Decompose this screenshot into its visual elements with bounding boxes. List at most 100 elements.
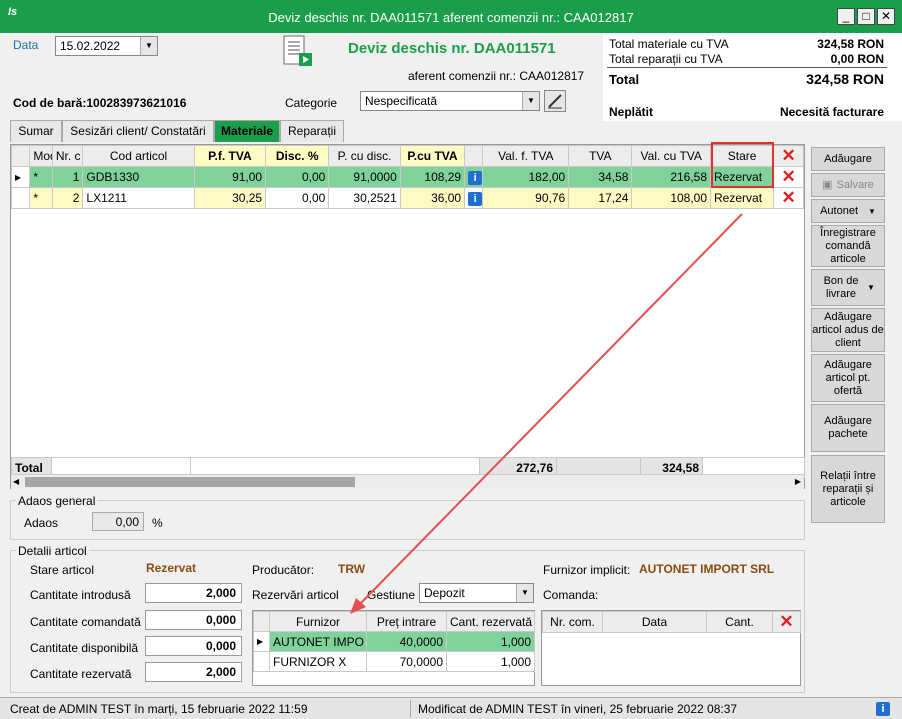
cell-pret[interactable]: 40,0000 — [366, 631, 447, 652]
supplier-value: AUTONET IMPORT SRL — [639, 562, 775, 576]
cell-val[interactable]: 90,76 — [482, 187, 570, 209]
col-header-cant[interactable]: Cant. rezervată — [446, 611, 535, 632]
autonet-button[interactable]: Autonet ▼ — [811, 199, 885, 223]
gestiune-select[interactable]: Depozit ▼ — [419, 583, 534, 603]
payment-status: Neplătit — [609, 105, 654, 119]
cell-nr[interactable]: 2 — [51, 187, 84, 209]
info-button[interactable]: i — [464, 187, 484, 209]
cell-pdisc[interactable]: 91,0000 — [328, 166, 401, 188]
save-button[interactable]: ▣ Salvare — [811, 173, 885, 197]
cell-valtva[interactable]: 216,58 — [631, 166, 712, 188]
delivery-note-button[interactable]: Bon de livrare ▼ — [811, 269, 885, 306]
cell-val[interactable]: 182,00 — [482, 166, 570, 188]
col-header-p-disc[interactable]: P. cu disc. — [328, 145, 401, 167]
col-header-pf-tva[interactable]: P.f. TVA — [193, 145, 267, 167]
col-header-val[interactable]: Val. f. TVA — [482, 145, 570, 167]
chevron-down-icon[interactable]: ▼ — [140, 37, 157, 55]
cell-pf[interactable]: 30,25 — [193, 187, 267, 209]
scroll-right-icon[interactable]: ▶ — [795, 477, 801, 486]
table-row[interactable]: * 2 LX1211 30,25 0,00 30,2521 36,00 i 90… — [10, 187, 804, 209]
close-button[interactable]: ✕ — [877, 8, 895, 25]
cell-nr[interactable]: 1 — [51, 166, 84, 188]
chevron-down-icon[interactable]: ▼ — [516, 584, 533, 602]
table-row[interactable]: FURNIZOR X 70,0000 1,000 — [253, 651, 535, 672]
tab-sumar[interactable]: Sumar — [10, 120, 62, 142]
horizontal-scrollbar[interactable]: ◀ ▶ — [11, 474, 804, 489]
add-offer-item-button[interactable]: Adăugare articol pt. ofertă — [811, 354, 885, 402]
tab-sesizari[interactable]: Sesizări client/ Constatări — [62, 120, 214, 142]
delete-row-button[interactable]: ✕ — [773, 187, 804, 209]
minimize-button[interactable]: _ — [837, 8, 855, 25]
col-header-furnizor[interactable]: Furnizor — [269, 611, 367, 632]
save-button-label: Salvare — [836, 178, 874, 191]
gestiune-label: Gestiune — [367, 588, 416, 602]
cell-valtva[interactable]: 108,00 — [631, 187, 712, 209]
cell-disc[interactable]: 0,00 — [265, 187, 330, 209]
col-header-nr-com[interactable]: Nr. com. — [542, 611, 603, 633]
col-header-mod[interactable]: Mod. — [29, 145, 53, 167]
cell-ptva[interactable]: 36,00 — [399, 187, 466, 209]
cell-cod[interactable]: GDB1330 — [82, 166, 195, 188]
add-packages-button[interactable]: Adăugare pachete — [811, 404, 885, 452]
reservations-grid[interactable]: Furnizor Preț intrare Cant. rezervată ▶ … — [252, 610, 535, 686]
col-header-tva[interactable]: TVA — [568, 145, 633, 167]
cell-tva[interactable]: 34,58 — [568, 166, 633, 188]
cell-mod[interactable]: * — [29, 166, 53, 188]
cell-mod[interactable]: * — [29, 187, 53, 209]
q-intro-value: 2,000 — [145, 583, 242, 603]
table-row[interactable]: ▶ * 1 GDB1330 91,00 0,00 91,0000 108,29 … — [10, 166, 804, 188]
col-header-cod[interactable]: Cod articol — [82, 145, 195, 167]
cell-disc[interactable]: 0,00 — [265, 166, 330, 188]
delete-row-button[interactable]: ✕ — [773, 166, 804, 188]
maximize-button[interactable]: □ — [857, 8, 875, 25]
cell-pf[interactable]: 91,00 — [193, 166, 267, 188]
col-header-data[interactable]: Data — [602, 611, 707, 633]
adaos-label: Adaos — [24, 516, 59, 530]
date-picker[interactable]: 15.02.2022 ▼ — [55, 36, 158, 56]
info-icon[interactable]: i — [876, 702, 890, 716]
adaos-input[interactable]: 0,00 — [92, 512, 144, 531]
col-header-val-tva[interactable]: Val. cu TVA — [631, 145, 712, 167]
edit-category-button[interactable] — [544, 90, 566, 112]
chevron-down-icon[interactable]: ▼ — [522, 92, 539, 110]
info-button[interactable]: i — [464, 166, 484, 188]
cell-pret[interactable]: 70,0000 — [366, 651, 447, 672]
cell-pdisc[interactable]: 30,2521 — [328, 187, 401, 209]
orders-grid[interactable]: Nr. com. Data Cant. ✕ — [541, 610, 801, 686]
cell-furnizor[interactable]: AUTONET IMPO — [269, 631, 367, 652]
add-client-item-button[interactable]: Adăugare articol adus de client — [811, 308, 885, 352]
add-button[interactable]: Adăugare — [811, 147, 885, 171]
scrollbar-thumb[interactable] — [25, 477, 355, 487]
stare-articol-value: Rezervat — [146, 561, 197, 575]
register-order-button[interactable]: Înregistrare comandă articole — [811, 225, 885, 267]
relations-button[interactable]: Relații între reparații și articole — [811, 455, 885, 523]
cell-tva[interactable]: 17,24 — [568, 187, 633, 209]
cell-stare[interactable]: Rezervat — [710, 187, 775, 209]
title-bar: Is Deviz deschis nr. DAA011571 aferent c… — [0, 0, 902, 33]
col-header-cant[interactable]: Cant. — [706, 611, 773, 633]
col-header-nr[interactable]: Nr. c — [51, 145, 84, 167]
table-row[interactable]: ▶ AUTONET IMPO 40,0000 1,000 — [253, 631, 535, 652]
barcode-value: 100283973621016 — [86, 96, 187, 110]
materials-grid[interactable]: Mod. Nr. c Cod articol P.f. TVA Disc. % … — [10, 144, 805, 489]
cell-cant[interactable]: 1,000 — [446, 651, 535, 672]
cell-cant[interactable]: 1,000 — [446, 631, 535, 652]
cell-ptva[interactable]: 108,29 — [399, 166, 466, 188]
category-select[interactable]: Nespecificată ▼ — [360, 91, 540, 111]
cell-cod[interactable]: LX1211 — [82, 187, 195, 209]
col-header-p-tva[interactable]: P.cu TVA — [399, 145, 466, 167]
supplier-label: Furnizor implicit: — [543, 563, 631, 577]
orders-header-row: Nr. com. Data Cant. ✕ — [542, 611, 801, 633]
scroll-left-icon[interactable]: ◀ — [13, 477, 19, 486]
tab-reparatii[interactable]: Reparații — [280, 120, 344, 142]
col-header-pret[interactable]: Preț intrare — [366, 611, 447, 632]
cell-furnizor[interactable]: FURNIZOR X — [269, 651, 367, 672]
stare-highlight-box — [711, 142, 774, 188]
adaos-unit: % — [152, 516, 163, 530]
delete-order-button[interactable]: ✕ — [772, 611, 801, 633]
row-pointer-cell — [10, 187, 31, 209]
col-header-disc[interactable]: Disc. % — [265, 145, 330, 167]
tab-materiale[interactable]: Materiale — [214, 120, 280, 142]
q-rez-label: Cantitate rezervată — [30, 667, 132, 681]
delete-all-button[interactable]: ✕ — [773, 145, 804, 167]
